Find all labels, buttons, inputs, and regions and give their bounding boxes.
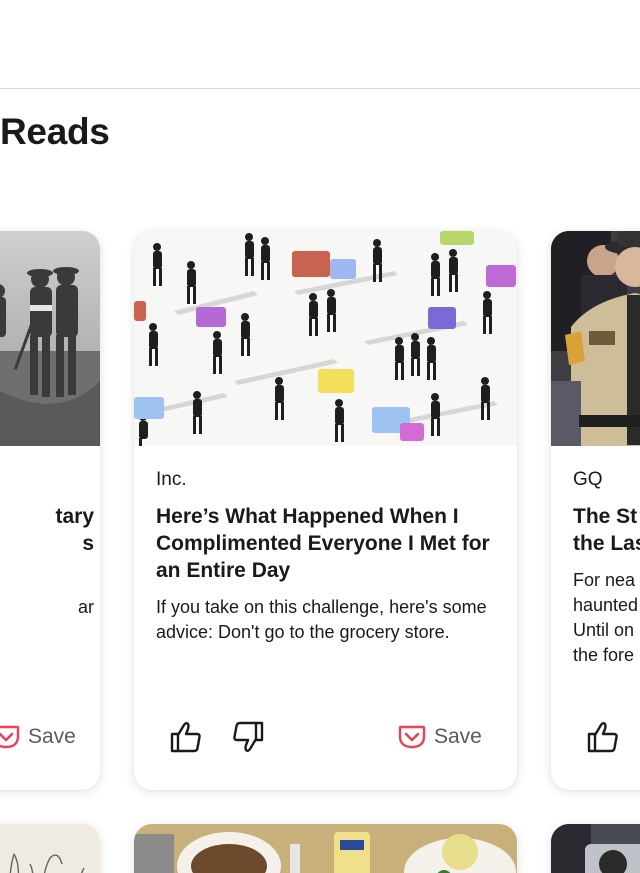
article-image-soldiers [0, 231, 100, 446]
excerpt-line: For nea [573, 570, 636, 590]
article-card-bottom-center[interactable] [134, 824, 517, 873]
headline-line: The St [573, 505, 638, 528]
article-headline[interactable]: Here’s What Happened When I Complimented… [156, 503, 496, 584]
headline-line: tary [55, 505, 94, 528]
article-excerpt-fragment: For nea haunted Until on the fore [573, 568, 640, 668]
page: Reads tary s ar Save Inc. Here’s What Ha… [0, 0, 640, 873]
article-card-right[interactable]: GQ The St the Las For nea haunted Until … [551, 231, 640, 790]
top-bar [0, 0, 640, 89]
camera-crowd-image [551, 824, 640, 873]
save-label: Save [434, 725, 482, 748]
article-card-bottom-left[interactable] [0, 824, 100, 873]
botanical-sketch-image [0, 824, 100, 873]
save-button[interactable]: Save [398, 717, 482, 757]
article-image-police-officer [551, 231, 640, 446]
article-publisher: GQ [573, 469, 603, 490]
save-button[interactable]: Save [0, 717, 76, 757]
excerpt-line: the fore [573, 645, 635, 665]
thumbs-up-icon[interactable] [583, 717, 623, 757]
excerpt-line: ar [77, 597, 94, 617]
article-card-left[interactable]: tary s ar Save [0, 231, 100, 790]
card-actions [551, 717, 640, 761]
article-publisher: Inc. [156, 469, 187, 490]
cafeteria-food-tray-image [134, 824, 517, 873]
headline-line: s [82, 532, 94, 555]
article-card-bottom-right[interactable] [551, 824, 640, 873]
article-excerpt-fragment: ar [0, 595, 94, 620]
thumbs-down-icon[interactable] [228, 717, 268, 757]
section-title: Reads [0, 111, 110, 152]
article-excerpt: If you take on this challenge, here's so… [156, 597, 487, 642]
pocket-icon [398, 724, 426, 750]
pocket-icon [0, 724, 20, 750]
thumbs-up-icon[interactable] [166, 717, 206, 757]
card-actions: Save [0, 717, 100, 761]
excerpt-line: Until on [573, 620, 635, 640]
article-headline-fragment[interactable]: The St the Las [573, 503, 640, 557]
card-actions: Save [134, 717, 517, 761]
excerpt-line: haunted [573, 595, 639, 615]
article-card-center[interactable]: Inc. Here’s What Happened When I Complim… [134, 231, 517, 790]
article-image-people-speech-bubbles [134, 231, 517, 446]
headline-line: the Las [573, 532, 640, 555]
article-headline-fragment[interactable]: tary s [0, 503, 94, 557]
save-label: Save [28, 725, 76, 748]
